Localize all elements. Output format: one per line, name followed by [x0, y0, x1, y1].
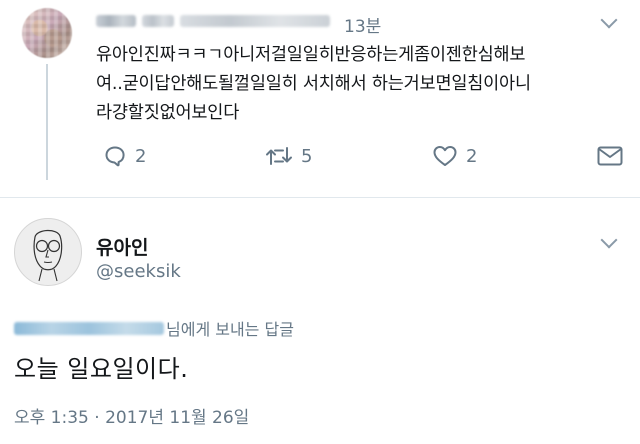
reply-to-label: 님에게 보내는 답글: [166, 320, 294, 339]
direct-message-button[interactable]: [597, 146, 623, 166]
redacted-mention-link[interactable]: [14, 321, 164, 335]
tweet-text: 오늘 일요일이다.: [14, 355, 189, 383]
tweet-text: 유아인진짜ㅋㅋㄱ아니저걸일일히반응하는게좀이젠한심해보 여..굳이답안해도될껄일…: [96, 45, 531, 123]
retweet-button[interactable]: 5: [265, 144, 312, 168]
user-handle[interactable]: @seeksik: [96, 261, 181, 282]
redacted-user-name: [96, 12, 330, 30]
reply-count: 2: [135, 145, 147, 167]
avatar[interactable]: [22, 8, 72, 58]
avatar[interactable]: [14, 218, 82, 286]
like-count: 2: [466, 145, 478, 167]
retweet-icon: [266, 147, 292, 165]
face-sketch-icon: [33, 229, 63, 282]
reply-icon: [105, 146, 125, 167]
chevron-down-icon[interactable]: [600, 231, 618, 249]
retweet-count: 5: [301, 145, 313, 167]
display-name[interactable]: 유아인: [96, 233, 148, 260]
chevron-down-icon[interactable]: [600, 11, 618, 29]
envelope-icon: [597, 146, 623, 166]
like-button[interactable]: 2: [432, 144, 477, 168]
heart-icon: [433, 146, 457, 166]
tweet-time-ago[interactable]: 13분: [344, 12, 381, 37]
tweet-timestamp[interactable]: 오후 1:35 · 2017년 11월 26일: [14, 403, 249, 428]
tweet-divider: [0, 197, 640, 198]
reply-button[interactable]: 2: [103, 144, 146, 168]
thread-connector-line: [46, 64, 48, 180]
reply-context: 님에게 보내는 답글: [14, 317, 294, 339]
